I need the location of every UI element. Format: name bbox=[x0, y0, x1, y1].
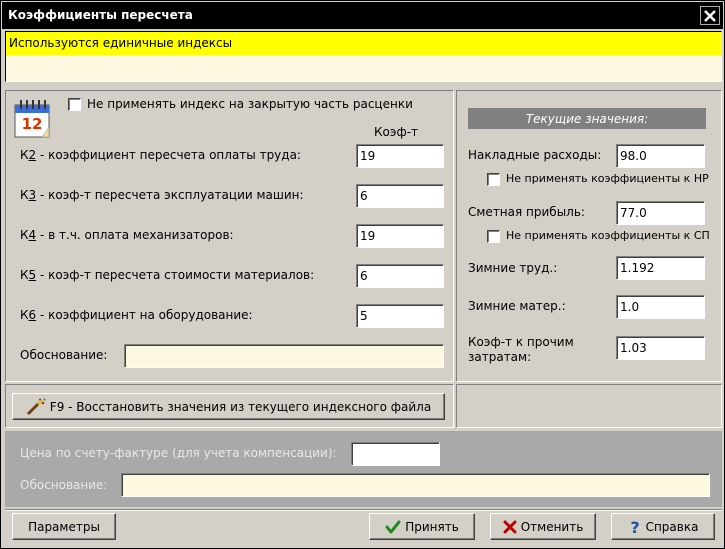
overhead-no-coef-label: Не применять коэффициенты к НР bbox=[506, 172, 709, 185]
info-text: Используются единичные индексы bbox=[9, 36, 233, 50]
restore-button-label: F9 - Восстановить значения из текущего и… bbox=[49, 399, 432, 414]
k5-label: К5 - коэф-т пересчета стоимости материал… bbox=[20, 268, 315, 282]
checkmark-icon bbox=[385, 520, 401, 533]
help-button[interactable]: ? Справка bbox=[611, 513, 715, 540]
other-costs-input[interactable]: 1.03 bbox=[616, 336, 705, 360]
info-banner: Используются единичные индексы bbox=[5, 31, 722, 55]
accept-button[interactable]: Принять bbox=[369, 513, 475, 540]
overhead-input[interactable]: 98.0 bbox=[616, 144, 705, 168]
justification-label: Обоснование: bbox=[20, 348, 108, 362]
k2-input[interactable]: 19 bbox=[356, 144, 444, 168]
cancel-button-label: Отменить bbox=[520, 519, 584, 534]
k3-input[interactable]: 6 bbox=[356, 184, 444, 208]
profit-input[interactable]: 77.0 bbox=[616, 201, 705, 225]
profit-label: Сметная прибыль: bbox=[468, 205, 585, 219]
profit-no-coef-label: Не применять коэффициенты к СП bbox=[506, 229, 710, 242]
footer-divider bbox=[5, 509, 722, 511]
close-icon bbox=[704, 9, 716, 22]
parameters-button-label: Параметры bbox=[28, 519, 100, 534]
question-mark-icon: ? bbox=[630, 519, 639, 535]
winter-labor-input[interactable]: 1.192 bbox=[616, 256, 705, 280]
winter-materials-label: Зимние матер.: bbox=[468, 299, 566, 313]
parameters-button[interactable]: Параметры bbox=[12, 513, 116, 540]
coef-column-header: Коэф-т bbox=[374, 125, 419, 139]
k3-label: К3 - коэф-т пересчета эксплуатации машин… bbox=[20, 188, 304, 202]
cancel-button[interactable]: Отменить bbox=[490, 513, 596, 540]
current-values-header: Текущие значения: bbox=[468, 108, 706, 129]
no-index-checkbox[interactable] bbox=[68, 98, 81, 111]
title-bar: Коэффициенты пересчета bbox=[2, 2, 723, 29]
k4-label: К4 - в т.ч. оплата механизаторов: bbox=[20, 228, 234, 242]
no-index-checkbox-label: Не применять индекс на закрытую часть ра… bbox=[87, 97, 413, 111]
wand-icon bbox=[26, 398, 46, 415]
winter-labor-label: Зимние труд.: bbox=[468, 261, 558, 275]
k6-input[interactable]: 5 bbox=[356, 304, 444, 328]
invoice-price-label: Цена по счету-фактуре (для учета компенс… bbox=[20, 446, 337, 460]
other-costs-label-line2: затратам: bbox=[468, 350, 532, 364]
window-title: Коэффициенты пересчета bbox=[8, 8, 193, 22]
k5-input[interactable]: 6 bbox=[356, 264, 444, 288]
cross-icon bbox=[503, 520, 517, 533]
overhead-no-coef-checkbox[interactable] bbox=[487, 173, 500, 186]
calendar-icon: 12 bbox=[14, 100, 50, 138]
dialog-window: Коэффициенты пересчета Используются един… bbox=[0, 0, 725, 549]
compensation-justification-input[interactable] bbox=[121, 473, 710, 497]
restore-button[interactable]: F9 - Восстановить значения из текущего и… bbox=[12, 393, 445, 420]
close-button[interactable] bbox=[700, 6, 720, 25]
other-costs-label-line1: Коэф-т к прочим bbox=[468, 335, 574, 349]
help-button-label: Справка bbox=[645, 519, 699, 534]
overhead-label: Накладные расходы: bbox=[468, 148, 602, 162]
info-banner-extra bbox=[5, 55, 722, 82]
accept-button-label: Принять bbox=[405, 519, 459, 534]
calendar-day: 12 bbox=[22, 115, 43, 133]
svg-text:?: ? bbox=[630, 519, 639, 535]
k6-label: К6 - коэффициент на оборудование: bbox=[20, 308, 253, 322]
compensation-justification-label: Обоснование: bbox=[20, 478, 108, 492]
winter-materials-input[interactable]: 1.0 bbox=[616, 295, 705, 319]
profit-no-coef-checkbox[interactable] bbox=[487, 230, 500, 243]
k2-label: К2 - коэффициент пересчета оплаты труда: bbox=[20, 148, 301, 162]
k4-input[interactable]: 19 bbox=[356, 224, 444, 248]
restore-panel-right bbox=[456, 384, 722, 428]
invoice-price-input[interactable] bbox=[351, 442, 440, 466]
justification-input[interactable] bbox=[124, 344, 444, 368]
